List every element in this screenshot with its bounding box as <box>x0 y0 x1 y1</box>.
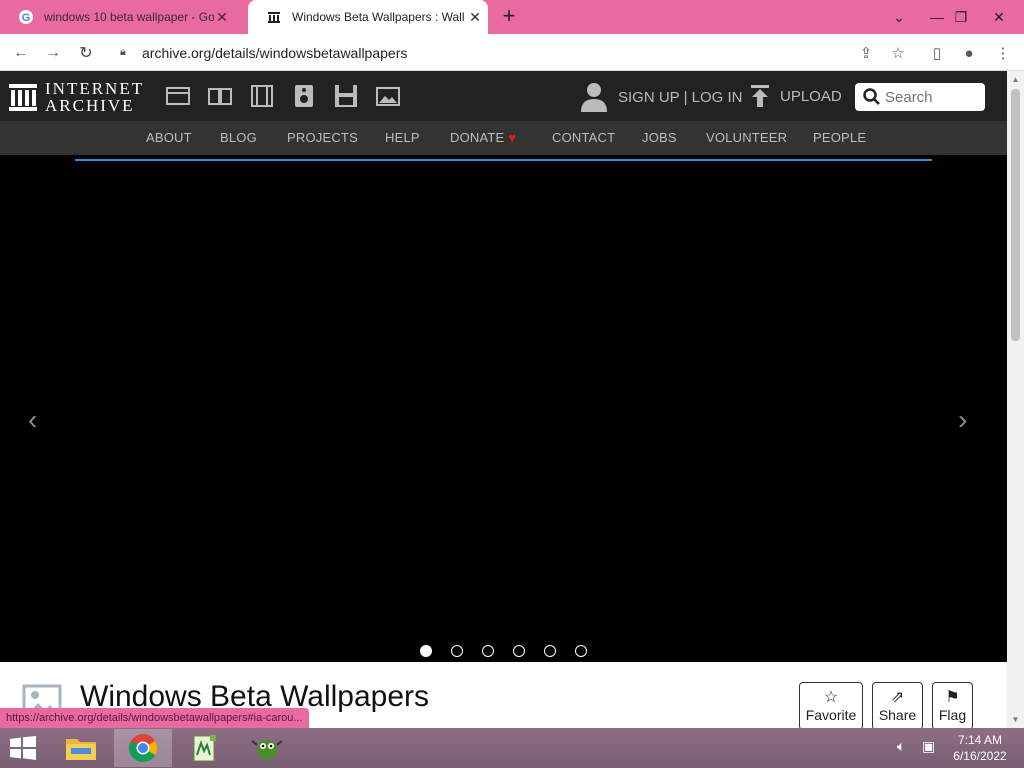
upload-arrow-icon <box>751 85 769 107</box>
taskbar: 🔈︎ ▣ 7:14 AM 6/16/2022 <box>0 728 1024 768</box>
bookmark-star-icon[interactable]: ☆ <box>887 42 909 64</box>
search-input[interactable] <box>885 88 985 106</box>
back-arrow-icon[interactable]: ← <box>10 42 32 64</box>
page-scrollbar[interactable]: ▲ ▼ <box>1007 71 1024 728</box>
favorite-button[interactable]: ☆ Favorite <box>799 682 863 728</box>
carousel-dot[interactable] <box>513 645 525 657</box>
archive-favicon-icon <box>266 9 282 25</box>
images-icon[interactable] <box>375 84 401 108</box>
search-box[interactable] <box>855 83 985 111</box>
carousel-dot[interactable] <box>451 645 463 657</box>
share-arrow-icon: ⇗ <box>890 689 905 706</box>
nav-blog[interactable]: BLOG <box>220 130 257 145</box>
heart-icon: ♥ <box>508 130 517 145</box>
windows-start-icon[interactable] <box>8 736 38 760</box>
flag-label: Flag <box>938 707 967 723</box>
flag-button[interactable]: ⚑ Flag <box>932 682 973 728</box>
ia-nav-bar: ABOUT BLOG PROJECTS HELP DONATE ♥ CONTAC… <box>0 121 1007 155</box>
carousel-prev-chevron-icon[interactable]: ‹ <box>28 405 48 435</box>
tab-title: Windows Beta Wallpapers : Wall <box>292 10 465 24</box>
logo-line1: INTERNET <box>45 79 145 98</box>
network-disconnected-icon[interactable]: ▣ <box>922 738 935 755</box>
favorite-label: Favorite <box>805 707 857 723</box>
carousel-indicators <box>420 645 587 657</box>
web-icon[interactable] <box>165 84 191 108</box>
svg-text:G: G <box>22 12 31 24</box>
video-film-icon[interactable] <box>249 84 275 108</box>
file-explorer-icon[interactable] <box>52 729 110 767</box>
lock-icon: 🔒︎ <box>120 46 126 58</box>
share-button[interactable]: ⇗ Share <box>872 682 923 728</box>
menu-dots-icon[interactable]: ⋮ <box>992 42 1014 64</box>
close-icon[interactable]: ✕ <box>214 9 230 26</box>
restore-icon[interactable]: ❐ <box>946 0 976 34</box>
notepad-plus-icon[interactable] <box>176 729 234 767</box>
address-toolbar: ← → ↻ 🔒︎ archive.org/details/windowsbeta… <box>0 34 1024 71</box>
nav-volunteer[interactable]: VOLUNTEER <box>706 130 787 145</box>
tab-archive[interactable]: Windows Beta Wallpapers : Wall ✕ <box>248 0 488 34</box>
system-clock[interactable]: 7:14 AM 6/16/2022 <box>952 732 1008 764</box>
scroll-thumb[interactable] <box>1011 89 1020 341</box>
url-text[interactable]: archive.org/details/windowsbetawallpaper… <box>142 45 407 61</box>
software-floppy-icon[interactable] <box>333 84 359 108</box>
chrome-icon[interactable] <box>114 729 172 767</box>
flag-icon: ⚑ <box>945 689 960 706</box>
nav-about[interactable]: ABOUT <box>146 130 192 145</box>
signup-label: SIGN UP | LOG IN <box>618 88 743 106</box>
archive-temple-icon <box>9 84 37 111</box>
share-icon[interactable]: ⇪ <box>855 42 877 64</box>
ia-header: INTERNET ARCHIVE SIGN UP | LOG IN UPLOAD <box>0 71 1007 121</box>
side-panel-icon[interactable]: ▯ <box>926 42 948 64</box>
logo-line2: ARCHIVE <box>45 96 135 115</box>
volume-muted-icon[interactable]: 🔈︎ <box>897 738 905 755</box>
carousel-dot[interactable] <box>482 645 494 657</box>
nav-donate[interactable]: DONATE ♥ <box>450 130 516 145</box>
carousel-image-edge <box>75 159 932 161</box>
texts-book-icon[interactable] <box>207 84 233 108</box>
bug-tool-icon[interactable] <box>238 729 296 767</box>
nav-jobs[interactable]: JOBS <box>642 130 677 145</box>
clock-date: 6/16/2022 <box>953 749 1007 763</box>
nav-projects[interactable]: PROJECTS <box>287 130 358 145</box>
audio-speaker-icon[interactable] <box>291 84 317 108</box>
carousel-next-chevron-icon[interactable]: › <box>958 405 978 435</box>
google-icon: G <box>18 9 34 25</box>
signup-login-link[interactable]: SIGN UP | LOG IN <box>580 81 742 113</box>
carousel-dot[interactable] <box>544 645 556 657</box>
image-carousel[interactable]: ‹ › <box>0 155 1007 662</box>
profile-avatar-icon[interactable]: ● <box>958 42 980 64</box>
url-bar[interactable]: 🔒︎ archive.org/details/windowsbetawallpa… <box>112 38 920 67</box>
nav-donate-label: DONATE <box>450 130 505 145</box>
share-label: Share <box>878 707 917 723</box>
forward-arrow-icon[interactable]: → <box>42 42 64 64</box>
user-icon <box>581 83 607 112</box>
ia-logo[interactable]: INTERNET ARCHIVE <box>9 80 144 114</box>
close-icon[interactable]: ✕ <box>467 9 483 26</box>
tab-search-chevron-icon[interactable]: ⌄ <box>884 0 914 34</box>
reload-icon[interactable]: ↻ <box>75 42 97 64</box>
upload-link[interactable]: UPLOAD <box>750 85 842 107</box>
status-bar-url: https://archive.org/details/windowsbetaw… <box>0 708 309 728</box>
scroll-up-icon[interactable]: ▲ <box>1011 75 1020 84</box>
tab-title: windows 10 beta wallpaper - Go <box>44 10 214 24</box>
browser-tab-strip: G windows 10 beta wallpaper - Go ✕ Windo… <box>0 0 1024 34</box>
search-icon <box>863 88 880 105</box>
nav-people[interactable]: PEOPLE <box>813 130 866 145</box>
tab-google-search[interactable]: G windows 10 beta wallpaper - Go ✕ <box>0 0 250 34</box>
upload-label: UPLOAD <box>780 87 842 105</box>
clock-time: 7:14 AM <box>957 733 1003 747</box>
window-close-icon[interactable]: ✕ <box>984 0 1014 34</box>
nav-help[interactable]: HELP <box>385 130 420 145</box>
scroll-down-icon[interactable]: ▼ <box>1011 715 1020 724</box>
carousel-dot[interactable] <box>420 645 432 657</box>
new-tab-button[interactable]: + <box>498 5 520 27</box>
star-icon: ☆ <box>823 689 839 706</box>
nav-contact[interactable]: CONTACT <box>552 130 615 145</box>
carousel-dot[interactable] <box>575 645 587 657</box>
